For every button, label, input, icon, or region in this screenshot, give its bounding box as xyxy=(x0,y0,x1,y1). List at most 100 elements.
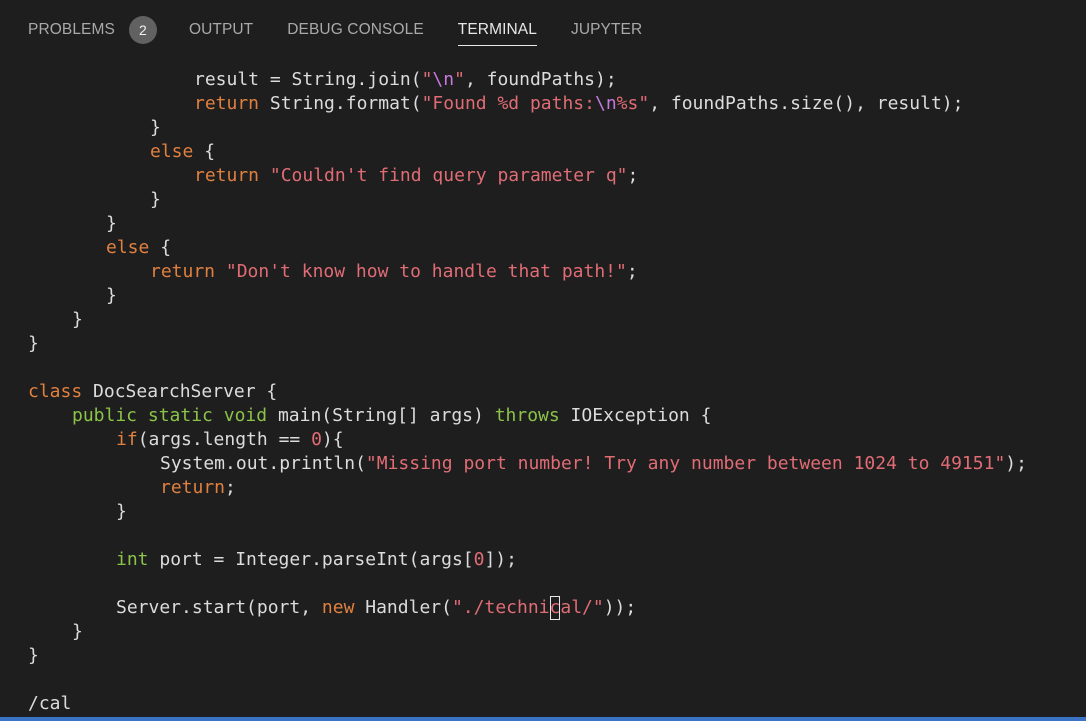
code-token: 0 xyxy=(311,429,322,450)
code-line: } xyxy=(72,308,83,332)
tab-output-label: OUTPUT xyxy=(188,21,254,38)
tab-output[interactable]: OUTPUT xyxy=(189,0,253,60)
code-line: } xyxy=(72,620,83,644)
code-token: " xyxy=(421,69,433,90)
code-token: "Missing port number! Try any number bet… xyxy=(365,453,1006,474)
code-token: } xyxy=(72,621,83,642)
code-line: return "Couldn't find query parameter q"… xyxy=(194,164,638,188)
terminal-output[interactable]: result = String.join("\n", foundPaths); … xyxy=(0,60,1086,717)
code-line: result = String.join("\n", foundPaths); xyxy=(194,68,617,92)
code-line: class DocSearchServer { xyxy=(28,380,277,404)
code-token: new xyxy=(321,597,355,618)
code-token: void xyxy=(223,405,268,426)
code-token: } xyxy=(150,189,161,210)
code-token: ; xyxy=(627,165,639,186)
code-token: ; xyxy=(225,477,236,498)
tab-jupyter[interactable]: JUPYTER xyxy=(571,0,642,60)
code-token: static xyxy=(147,405,213,426)
code-token: %s" xyxy=(616,93,650,114)
code-token: 0 xyxy=(473,549,485,570)
code-token: return xyxy=(194,165,260,186)
tab-terminal[interactable]: TERMINAL xyxy=(457,0,538,60)
code-line: } xyxy=(116,500,127,524)
tab-problems[interactable]: PROBLEMS 2 xyxy=(28,0,157,60)
code-token: )); xyxy=(603,597,637,618)
code-token: String.format( xyxy=(259,93,422,114)
code-token: { xyxy=(149,237,172,258)
code-line: } xyxy=(28,332,39,356)
code-token: ){ xyxy=(321,429,344,450)
code-token: " xyxy=(454,69,465,90)
code-token: return xyxy=(194,93,260,114)
code-line: } xyxy=(150,188,161,212)
code-token: Server.start(port, xyxy=(116,597,322,618)
code-token: , foundPaths); xyxy=(464,69,617,90)
tab-problems-label: PROBLEMS xyxy=(28,21,115,38)
code-token: } xyxy=(106,213,117,234)
code-token: IOException { xyxy=(559,405,712,426)
code-token: ; xyxy=(626,261,638,282)
code-token: , foundPaths.size(), result); xyxy=(649,93,964,114)
code-token: else xyxy=(106,237,150,258)
code-token: return xyxy=(150,261,216,282)
code-token: ]); xyxy=(484,549,517,570)
code-token: public xyxy=(72,405,138,426)
code-token: ); xyxy=(1005,453,1027,474)
code-token: "Found %d paths: xyxy=(421,93,595,114)
code-line: } xyxy=(106,284,117,308)
search-command-text: /cal xyxy=(28,693,72,714)
code-token: \n xyxy=(432,69,455,90)
code-token: DocSearchServer { xyxy=(82,381,278,402)
panel-tabs: PROBLEMS 2 OUTPUT DEBUG CONSOLE TERMINAL… xyxy=(28,0,676,60)
code-token: throws xyxy=(494,405,560,426)
code-token: \n xyxy=(594,93,617,114)
code-token: "Don't know how to handle that path!" xyxy=(225,261,627,282)
code-line: } xyxy=(106,212,117,236)
code-line: } xyxy=(150,116,161,140)
code-line: Server.start(port, new Handler("./techni… xyxy=(116,596,636,620)
code-token: if xyxy=(116,429,138,450)
code-token: return xyxy=(160,477,226,498)
code-token: } xyxy=(72,309,83,330)
code-line: else { xyxy=(106,236,171,260)
code-token: (args.length == xyxy=(137,429,312,450)
code-token: } xyxy=(150,117,161,138)
code-token: port = Integer.parseInt(args[ xyxy=(148,549,474,570)
code-line: return; xyxy=(160,476,236,500)
code-token: } xyxy=(106,285,117,306)
code-line: System.out.println("Missing port number!… xyxy=(160,452,1027,476)
code-line: public static void main(String[] args) t… xyxy=(72,404,711,428)
text-cursor: c xyxy=(549,596,561,620)
code-token: } xyxy=(116,501,127,522)
vim-command-line[interactable]: /cal xyxy=(28,692,71,716)
code-line: if(args.length == 0){ xyxy=(116,428,344,452)
code-token: "./techni xyxy=(451,597,550,618)
code-line: } xyxy=(28,644,39,668)
code-token: } xyxy=(28,645,39,666)
code-token: main(String[] args) xyxy=(267,405,495,426)
code-token: Handler( xyxy=(354,597,452,618)
tab-debug-console-label: DEBUG CONSOLE xyxy=(287,21,424,38)
status-bar-edge xyxy=(0,717,1086,721)
code-token: "Couldn't find query parameter q" xyxy=(269,165,628,186)
problems-count-badge: 2 xyxy=(128,16,157,44)
code-token: } xyxy=(28,333,39,354)
code-token: int xyxy=(116,549,149,570)
tab-terminal-label: TERMINAL xyxy=(457,21,537,38)
code-line: return String.format("Found %d paths:\n%… xyxy=(194,92,963,116)
tab-jupyter-label: JUPYTER xyxy=(570,21,643,38)
code-line: int port = Integer.parseInt(args[0]); xyxy=(116,548,517,572)
code-token: result = String.join( xyxy=(194,69,422,90)
code-token: al/" xyxy=(560,597,604,618)
code-line: else { xyxy=(150,140,215,164)
tab-debug-console[interactable]: DEBUG CONSOLE xyxy=(287,0,424,60)
code-token: else xyxy=(150,141,194,162)
code-line: return "Don't know how to handle that pa… xyxy=(150,260,638,284)
code-token: class xyxy=(28,381,83,402)
code-token: { xyxy=(193,141,216,162)
panel-header: PROBLEMS 2 OUTPUT DEBUG CONSOLE TERMINAL… xyxy=(0,0,1086,60)
